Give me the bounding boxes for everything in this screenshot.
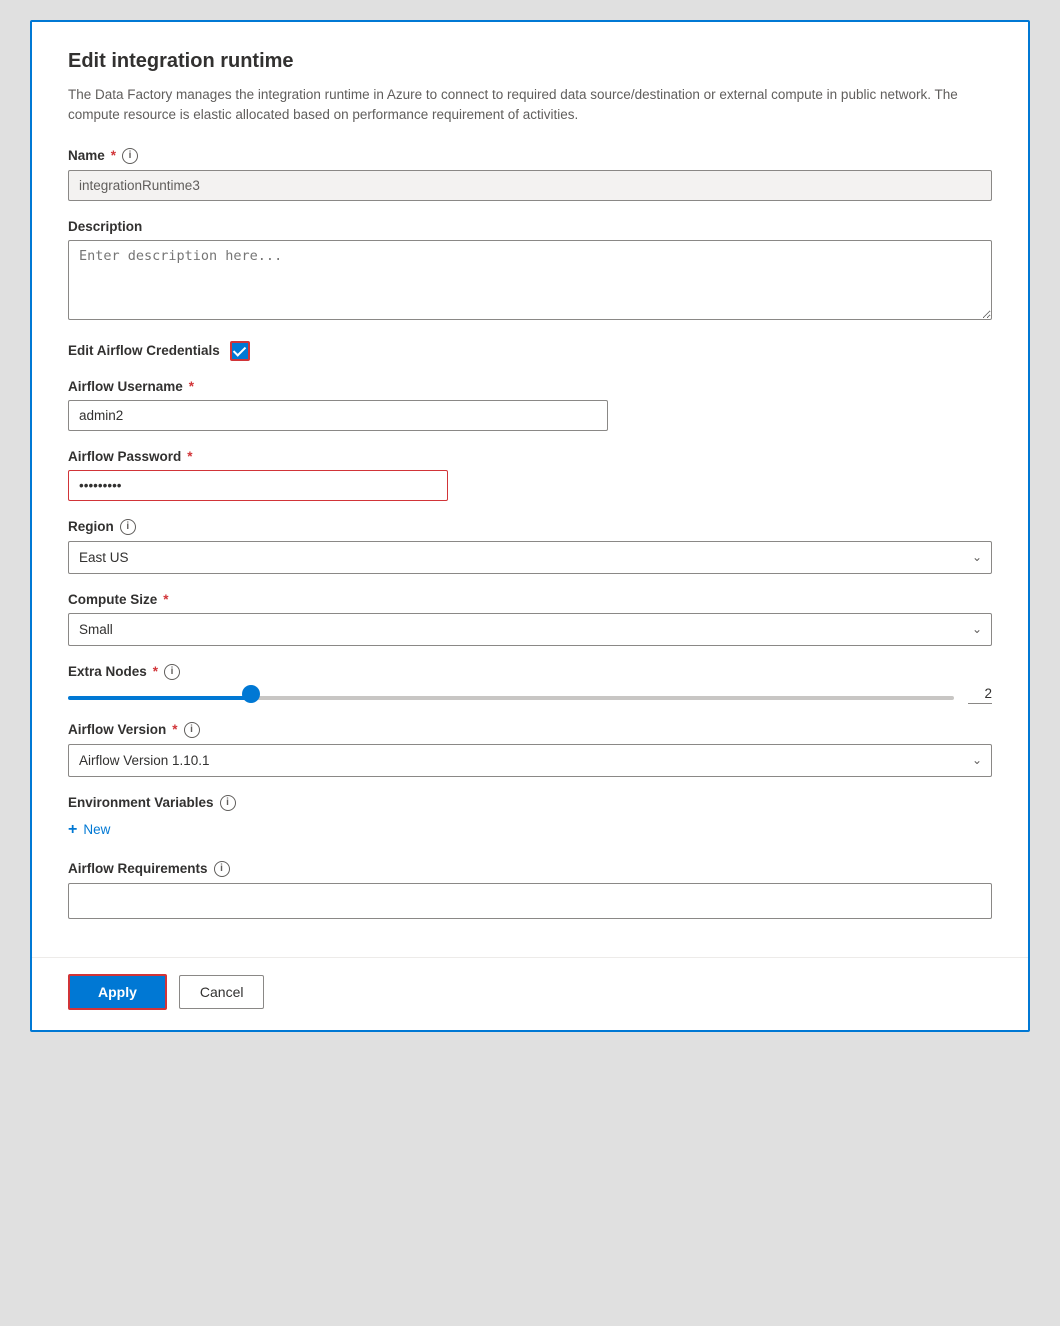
env-variables-new-button[interactable]: + New (68, 817, 110, 843)
compute-size-required-star: * (163, 592, 168, 607)
panel-description: The Data Factory manages the integration… (68, 85, 992, 126)
region-select[interactable]: East US West US North Europe West Europe… (68, 541, 992, 574)
airflow-req-label: Airflow Requirements i (68, 861, 992, 877)
env-variables-info-icon[interactable]: i (220, 795, 236, 811)
extra-nodes-info-icon[interactable]: i (164, 664, 180, 680)
extra-nodes-slider-row: 2 (68, 686, 992, 704)
username-group: Airflow Username * (68, 379, 992, 431)
description-label: Description (68, 219, 992, 234)
password-group: Airflow Password * (68, 449, 992, 501)
name-required-star: * (111, 148, 116, 163)
cancel-button[interactable]: Cancel (179, 975, 265, 1009)
password-required-star: * (187, 449, 192, 464)
name-info-icon[interactable]: i (122, 148, 138, 164)
extra-nodes-value: 2 (968, 686, 992, 704)
edit-credentials-row: Edit Airflow Credentials (68, 341, 992, 361)
username-input[interactable] (68, 400, 608, 431)
compute-size-label: Compute Size * (68, 592, 992, 607)
edit-integration-runtime-panel: Edit integration runtime The Data Factor… (30, 20, 1030, 1032)
region-group: Region i East US West US North Europe We… (68, 519, 992, 574)
plus-icon: + (68, 821, 77, 839)
description-input[interactable] (68, 240, 992, 320)
region-info-icon[interactable]: i (120, 519, 136, 535)
edit-credentials-label: Edit Airflow Credentials (68, 343, 220, 358)
extra-nodes-group: Extra Nodes * i 2 (68, 664, 992, 704)
airflow-version-label: Airflow Version * i (68, 722, 992, 738)
airflow-req-info-icon[interactable]: i (214, 861, 230, 877)
panel-footer: Apply Cancel (32, 957, 1028, 1030)
airflow-version-info-icon[interactable]: i (184, 722, 200, 738)
username-label: Airflow Username * (68, 379, 992, 394)
region-select-wrapper: East US West US North Europe West Europe… (68, 541, 992, 574)
airflow-req-group: Airflow Requirements i (68, 861, 992, 919)
edit-credentials-checkbox-wrapper[interactable] (230, 341, 250, 361)
extra-nodes-required-star: * (153, 664, 158, 679)
env-variables-label: Environment Variables i (68, 795, 992, 811)
env-variables-group: Environment Variables i + New (68, 795, 992, 843)
password-label: Airflow Password * (68, 449, 992, 464)
edit-credentials-checkbox[interactable] (230, 341, 250, 361)
airflow-version-group: Airflow Version * i Airflow Version 1.10… (68, 722, 992, 777)
password-input[interactable] (68, 470, 448, 501)
airflow-version-select-wrapper: Airflow Version 1.10.1 Airflow Version 2… (68, 744, 992, 777)
panel-title: Edit integration runtime (68, 50, 992, 73)
compute-size-select[interactable]: Small Medium Large (68, 613, 992, 646)
extra-nodes-slider[interactable] (68, 696, 954, 700)
region-label: Region i (68, 519, 992, 535)
airflow-version-select[interactable]: Airflow Version 1.10.1 Airflow Version 2… (68, 744, 992, 777)
extra-nodes-label: Extra Nodes * i (68, 664, 992, 680)
apply-button[interactable]: Apply (68, 974, 167, 1010)
username-required-star: * (189, 379, 194, 394)
extra-nodes-slider-wrapper (68, 687, 954, 703)
name-input[interactable] (68, 170, 992, 201)
name-group: Name * i (68, 148, 992, 201)
compute-size-select-wrapper: Small Medium Large ⌄ (68, 613, 992, 646)
airflow-version-required-star: * (172, 722, 177, 737)
panel-content: Edit integration runtime The Data Factor… (32, 22, 1028, 957)
airflow-req-input[interactable] (68, 883, 992, 919)
description-group: Description (68, 219, 992, 323)
name-label: Name * i (68, 148, 992, 164)
compute-size-group: Compute Size * Small Medium Large ⌄ (68, 592, 992, 646)
